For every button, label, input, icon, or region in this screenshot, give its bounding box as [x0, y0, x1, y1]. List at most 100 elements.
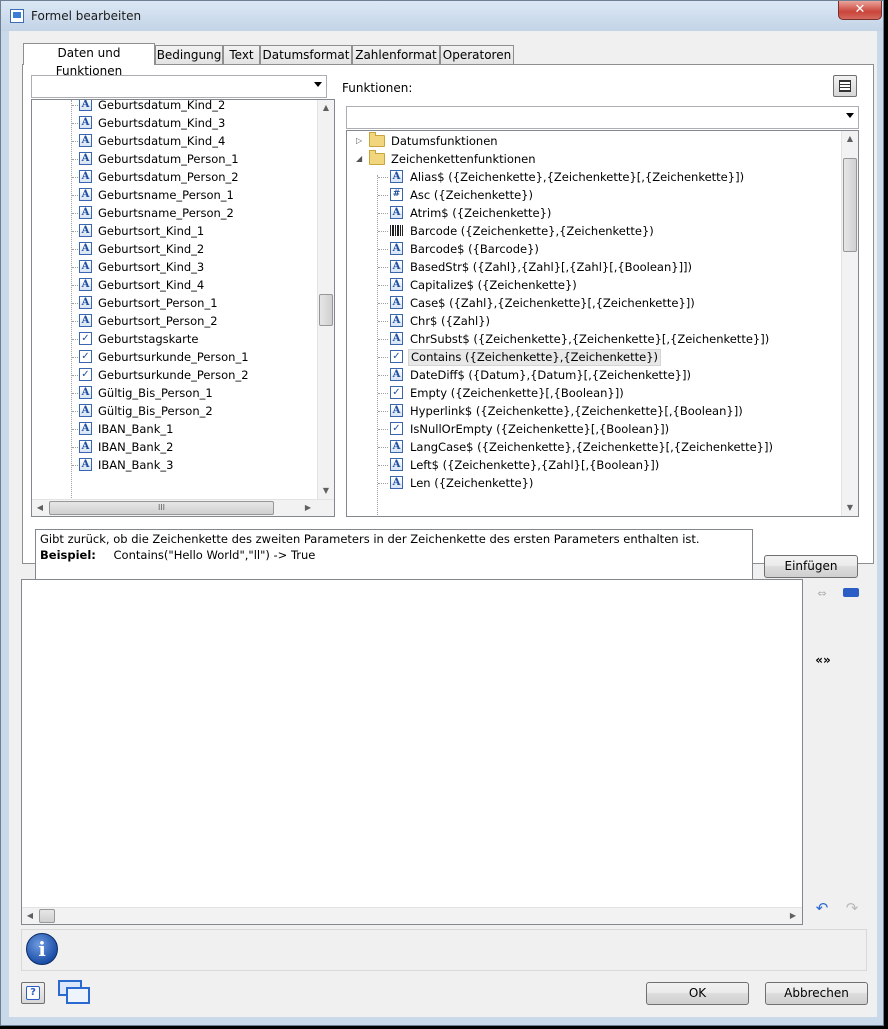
boolean-type-icon: ✓: [79, 332, 92, 345]
cancel-button[interactable]: Abbrechen: [765, 982, 868, 1005]
redo-icon[interactable]: ↷: [844, 899, 860, 917]
boolean-type-icon: ✓: [390, 350, 403, 363]
format-button[interactable]: «»: [813, 653, 833, 667]
text-type-icon: A: [390, 206, 403, 219]
ok-button[interactable]: OK: [646, 982, 749, 1005]
function-item[interactable]: ✓ Empty ({Zeichenkette}[,{Boolean}]): [347, 384, 842, 402]
function-item[interactable]: ✓ IsNullOrEmpty ({Zeichenkette}[,{Boolean…: [347, 420, 842, 438]
formula-editor[interactable]: ◀ ▶: [21, 579, 803, 925]
functions-vscroll[interactable]: ▲ ▼: [841, 131, 858, 516]
scroll-up-icon[interactable]: ▲: [318, 100, 334, 116]
function-item-label: Alias$ ({Zeichenkette},{Zeichenkette}[,{…: [410, 170, 745, 184]
tree-view-toggle-button[interactable]: [833, 75, 857, 97]
folder-icon: [369, 132, 385, 147]
scroll-up-icon[interactable]: ▲: [842, 131, 858, 147]
function-item[interactable]: A Capitalize$ ({Zeichenkette}): [347, 276, 842, 294]
function-item[interactable]: A DateDiff$ ({Datum},{Datum}[,{Zeichenket…: [347, 366, 842, 384]
tab-zahlenformat[interactable]: Zahlenformat: [352, 45, 440, 64]
functions-filter-combo[interactable]: [346, 106, 859, 129]
scroll-left-icon[interactable]: ◀: [22, 908, 38, 924]
text-type-icon: A: [390, 260, 403, 273]
variables-hscroll-thumb[interactable]: III: [49, 501, 274, 515]
tab-daten-und-funktionen[interactable]: Daten und Funktionen: [23, 43, 155, 78]
description-text: Gibt zurück, ob die Zeichenkette des zwe…: [40, 532, 700, 546]
text-type-icon: A: [79, 314, 92, 327]
function-item[interactable]: A Barcode$ ({Barcode}): [347, 240, 842, 258]
function-item-label: Chr$ ({Zahl}): [410, 314, 491, 328]
function-item[interactable]: A Chr$ ({Zahl}): [347, 312, 842, 330]
close-button[interactable]: ✕: [838, 1, 882, 20]
scroll-down-icon[interactable]: ▼: [318, 483, 334, 499]
undo-icon[interactable]: ↶: [814, 899, 830, 917]
text-type-icon: A: [79, 386, 92, 399]
variable-item-label: Geburtsort_Kind_1: [98, 224, 205, 238]
function-item[interactable]: A Atrim$ ({Zeichenkette}): [347, 204, 842, 222]
boolean-type-icon: ✓: [79, 368, 92, 381]
scroll-right-icon[interactable]: ▶: [300, 500, 316, 516]
function-item[interactable]: # Asc ({Zeichenkette}): [347, 186, 842, 204]
tree-guide-line: [72, 231, 78, 232]
function-item[interactable]: A ChrSubst$ ({Zeichenkette},{Zeichenkette…: [347, 330, 842, 348]
insert-button[interactable]: Einfügen: [764, 555, 858, 578]
tab-text[interactable]: Text: [223, 45, 260, 64]
tree-guide-line: [378, 195, 388, 196]
editor-hscroll-thumb[interactable]: [39, 909, 55, 923]
function-item-label: Len ({Zeichenkette}): [410, 476, 534, 490]
function-item[interactable]: A Case$ ({Zahl},{Zeichenkette}[,{Zeichenk…: [347, 294, 842, 312]
tree-guide-line: [72, 429, 78, 430]
scroll-right-icon[interactable]: ▶: [785, 908, 801, 924]
help-button[interactable]: ?: [21, 982, 45, 1004]
variables-vscroll-thumb[interactable]: [319, 294, 333, 326]
number-type-icon: #: [390, 188, 403, 201]
tree-guide-line: [378, 249, 388, 250]
variables-hscroll[interactable]: ◀ III ▶: [32, 499, 334, 516]
scroll-left-icon[interactable]: ◀: [32, 500, 48, 516]
function-item[interactable]: A BasedStr$ ({Zahl},{Zahl}[,{Zahl}[,{Bool…: [347, 258, 842, 276]
collapse-icon[interactable]: ◢: [356, 150, 362, 168]
function-item[interactable]: A Len ({Zeichenkette}): [347, 474, 842, 492]
title-bar[interactable]: Formel bearbeiten ✕: [1, 1, 883, 31]
function-item[interactable]: A LangCase$ ({Zeichenkette},{Zeichenkette…: [347, 438, 842, 456]
tab-operatoren[interactable]: Operatoren: [440, 45, 514, 64]
window-icon[interactable]: [58, 980, 92, 1006]
variable-item-label: IBAN_Bank_3: [98, 458, 174, 472]
function-item-label: ChrSubst$ ({Zeichenkette},{Zeichenkette}…: [410, 332, 770, 346]
tab-datumsformat[interactable]: Datumsformat: [260, 45, 352, 64]
text-type-icon: A: [79, 134, 92, 147]
function-item-label: BasedStr$ ({Zahl},{Zahl}[,{Zahl}[,{Boole…: [410, 260, 693, 274]
variable-item-label: Geburtsname_Person_2: [98, 206, 234, 220]
functions-vscroll-thumb[interactable]: [843, 158, 857, 252]
tree-guide-line: [72, 411, 78, 412]
fold-icon[interactable]: [843, 586, 861, 598]
wrap-icon[interactable]: ⇔: [814, 587, 830, 600]
function-item[interactable]: ✓ Contains ({Zeichenkette},{Zeichenkette}…: [347, 348, 842, 366]
tree-guide-line: [72, 375, 78, 376]
variables-vscroll[interactable]: ▲ ▼: [317, 100, 334, 499]
function-item[interactable]: Barcode ({Zeichenkette},{Zeichenkette}): [347, 222, 842, 240]
function-item-label: Barcode$ ({Barcode}): [410, 242, 539, 256]
variable-item-label: Geburtsname_Person_1: [98, 188, 234, 202]
tab-bedingung[interactable]: Bedingung: [155, 45, 223, 64]
tab-panel-daten: A Geburtsdatum_Kind_2 A Geburtsdatum_Kind_3…: [22, 64, 874, 582]
expand-icon[interactable]: ▷: [356, 132, 362, 150]
variables-tree[interactable]: A Geburtsdatum_Kind_2 A Geburtsdatum_Kind_3…: [31, 99, 335, 517]
text-type-icon: A: [79, 152, 92, 165]
tree-guide-line: [72, 285, 78, 286]
variable-item-label: Geburtsurkunde_Person_2: [98, 368, 249, 382]
boolean-type-icon: ✓: [79, 350, 92, 363]
tree-guide-line: [378, 393, 388, 394]
scroll-down-icon[interactable]: ▼: [842, 500, 858, 516]
text-type-icon: A: [390, 170, 403, 183]
function-item-label: DateDiff$ ({Datum},{Datum}[,{Zeichenkett…: [410, 368, 691, 382]
folder-icon: [369, 150, 385, 165]
functions-label: Funktionen:: [342, 81, 413, 95]
function-item[interactable]: A Left$ ({Zeichenkette},{Zahl}[,{Boolean}…: [347, 456, 842, 474]
function-item[interactable]: A Alias$ ({Zeichenkette},{Zeichenkette}[,…: [347, 168, 842, 186]
functions-tree[interactable]: ▷ Datumsfunktionen ◢ Zeichenkettenfunktione…: [346, 130, 859, 517]
window-title: Formel bearbeiten: [31, 9, 142, 23]
editor-hscroll[interactable]: ◀ ▶: [22, 907, 802, 924]
text-type-icon: A: [390, 458, 403, 471]
function-item[interactable]: A Hyperlink$ ({Zeichenkette},{Zeichenkett…: [347, 402, 842, 420]
tree-guide-line: [378, 231, 388, 232]
tree-guide-line: [378, 339, 388, 340]
